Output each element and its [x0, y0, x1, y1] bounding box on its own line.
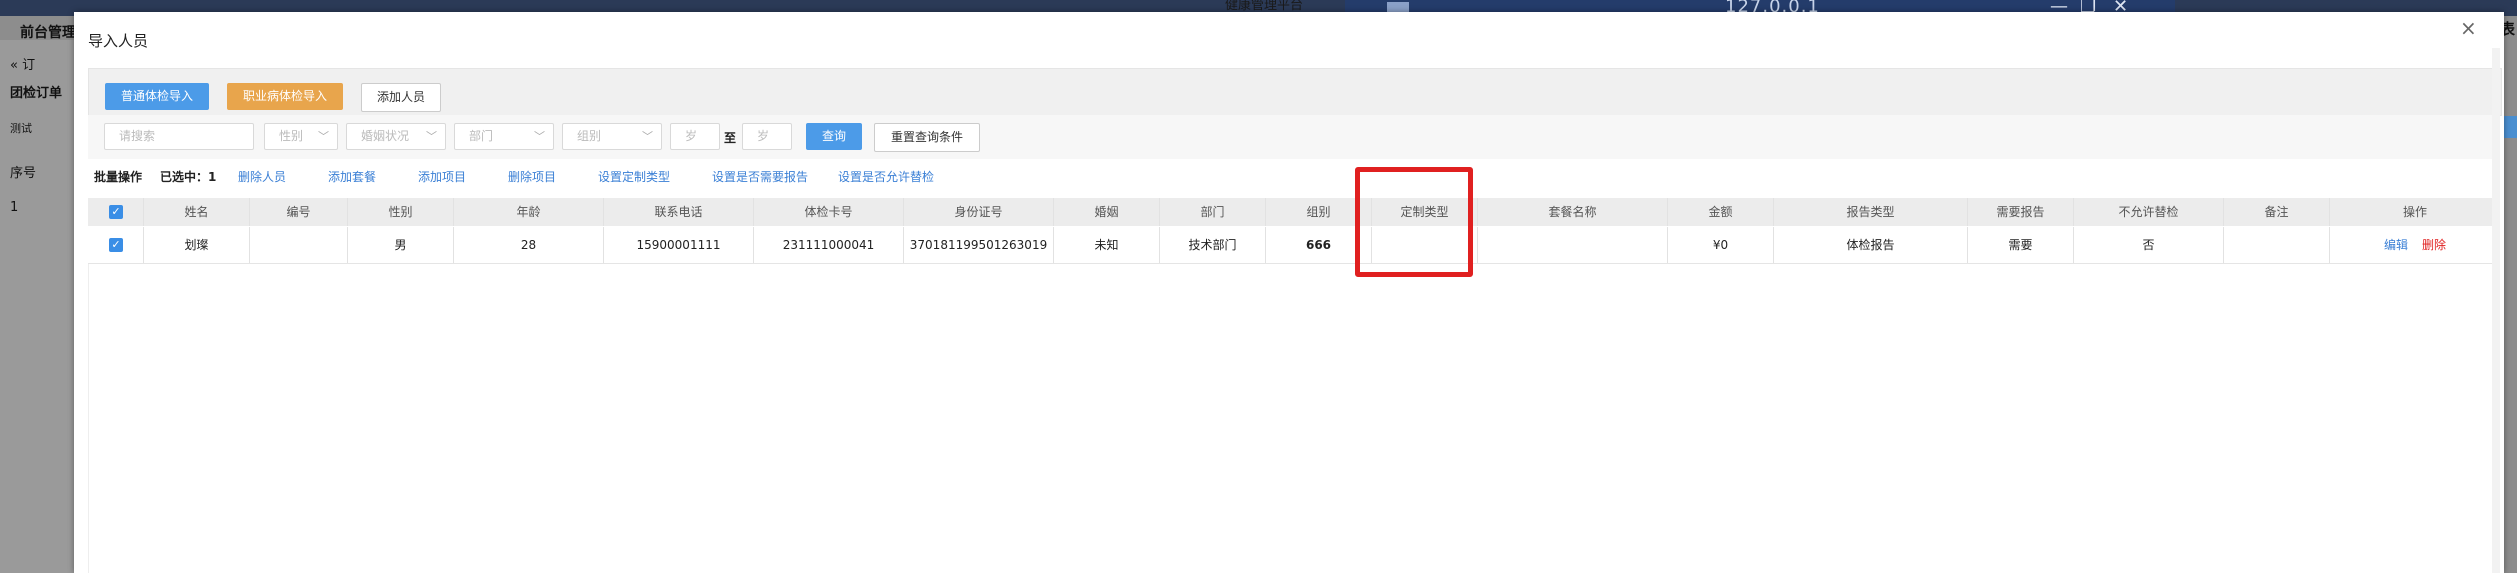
import-person-dialog: 导入人员 × 普通体检导入 职业病体检导入 添加人员 请搜索 性别 ﹀ 婚姻状况 ﹀…: [74, 12, 2504, 573]
batch-set-custom-type-link[interactable]: 设置定制类型: [598, 168, 670, 185]
highlight-box: [1355, 167, 1473, 277]
table-empty-area: [88, 264, 2501, 573]
dialog-scrollbar[interactable]: [2492, 48, 2500, 573]
cell-no-substitute: 否: [2074, 227, 2224, 263]
group-select-label: 组别: [577, 129, 602, 143]
marital-select[interactable]: 婚姻状况 ﹀: [346, 123, 446, 150]
col-header: 部门: [1160, 198, 1266, 226]
row-select-cell: ✓: [88, 227, 144, 263]
dialog-close-icon[interactable]: ×: [2460, 16, 2477, 40]
cell-report-type: 体检报告: [1774, 227, 1968, 263]
background-row: 团检订单: [10, 86, 63, 101]
filter-bar: 请搜索 性别 ﹀ 婚姻状况 ﹀ 部门 ﹀ 组别 ﹀ 岁 至 岁 查询 重置查询条件: [88, 115, 2500, 159]
chevron-down-icon: ﹀: [426, 130, 437, 143]
col-header: 需要报告: [1968, 198, 2074, 226]
background-app-title: 前台管理: [20, 25, 76, 41]
chevron-down-icon: ﹀: [534, 130, 545, 143]
table-header: ✓ 姓名 编号 性别 年龄 联系电话 体检卡号 身份证号 婚姻 部门 组别 定制…: [88, 198, 2500, 226]
col-header: 性别: [348, 198, 454, 226]
edit-link[interactable]: 编辑: [2384, 238, 2408, 252]
cell-phone: 15900001111: [604, 227, 754, 263]
age-to-input[interactable]: 岁: [742, 123, 792, 150]
col-header: 编号: [250, 198, 348, 226]
cell-name: 划璨: [144, 227, 250, 263]
background-row: 1: [10, 200, 19, 215]
background-row: 序号: [10, 166, 37, 181]
col-header: 套餐名称: [1478, 198, 1668, 226]
cell-package: [1478, 227, 1668, 263]
select-all-cell: ✓: [88, 198, 144, 226]
col-header: 婚姻: [1054, 198, 1160, 226]
cell-age: 28: [454, 227, 604, 263]
marital-select-label: 婚姻状况: [361, 129, 410, 143]
normal-import-button[interactable]: 普通体检导入: [105, 83, 209, 110]
cell-marital: 未知: [1054, 227, 1160, 263]
select-all-checkbox[interactable]: ✓: [109, 205, 123, 219]
table-row: ✓ 划璨 男 28 15900001111 231111000041 37018…: [88, 227, 2500, 264]
cell-remark: [2224, 227, 2330, 263]
batch-add-package-link[interactable]: 添加套餐: [328, 168, 376, 185]
batch-add-item-link[interactable]: 添加项目: [418, 168, 466, 185]
age-from-input[interactable]: 岁: [670, 123, 720, 150]
batch-delete-person-link[interactable]: 删除人员: [238, 168, 286, 185]
cell-gender: 男: [348, 227, 454, 263]
col-header: 姓名: [144, 198, 250, 226]
chevron-down-icon: ﹀: [318, 130, 329, 143]
col-header: 年龄: [454, 198, 604, 226]
selected-count: 已选中：1: [160, 170, 217, 184]
batch-delete-item-link[interactable]: 删除项目: [508, 168, 556, 185]
dept-select-label: 部门: [469, 129, 494, 143]
gender-select-label: 性别: [279, 129, 304, 143]
col-header: 金额: [1668, 198, 1774, 226]
cell-card: 231111000041: [754, 227, 904, 263]
batch-label: 批量操作: [94, 170, 143, 184]
occupational-import-button[interactable]: 职业病体检导入: [227, 83, 343, 110]
col-header: 操作: [2402, 205, 2427, 219]
age-range-separator: 至: [724, 131, 737, 145]
col-header: 备注: [2224, 198, 2330, 226]
col-header: 不允许替检: [2074, 198, 2224, 226]
background-row: « 订: [10, 58, 36, 73]
background-row: 测试: [10, 122, 32, 135]
reset-query-button[interactable]: 重置查询条件: [874, 123, 980, 152]
cell-id-card: 370181199501263019: [904, 227, 1054, 263]
dept-select[interactable]: 部门 ﹀: [454, 123, 554, 150]
col-header: 联系电话: [604, 198, 754, 226]
gender-select[interactable]: 性别 ﹀: [264, 123, 338, 150]
search-input[interactable]: 请搜索: [104, 123, 254, 150]
batch-operations-bar: 批量操作 已选中：1 删除人员 添加套餐 添加项目 删除项目 设置定制类型 设置…: [88, 160, 2500, 192]
col-header: 身份证号: [904, 198, 1054, 226]
cell-amount: ¥0: [1668, 227, 1774, 263]
cell-need-report: 需要: [1968, 227, 2074, 263]
query-button[interactable]: 查询: [806, 123, 862, 150]
col-header: 体检卡号: [754, 198, 904, 226]
dialog-toolbar: 普通体检导入 职业病体检导入 添加人员: [88, 68, 2502, 116]
row-checkbox[interactable]: ✓: [109, 238, 123, 252]
batch-set-substitute-link[interactable]: 设置是否允许替检: [838, 168, 934, 185]
batch-set-need-report-link[interactable]: 设置是否需要报告: [712, 168, 808, 185]
cell-dept: 技术部门: [1160, 227, 1266, 263]
background-sidebar: « 订 团检订单 测试 序号 1: [0, 40, 80, 573]
chevron-down-icon: ﹀: [642, 130, 653, 143]
add-person-button[interactable]: 添加人员: [361, 83, 441, 112]
group-select[interactable]: 组别 ﹀: [562, 123, 662, 150]
dialog-title: 导入人员: [88, 32, 149, 50]
cell-number: [250, 227, 348, 263]
cell-actions: 编辑 删除: [2330, 227, 2500, 263]
col-header: 报告类型: [1774, 198, 1968, 226]
delete-link[interactable]: 删除: [2422, 238, 2446, 252]
